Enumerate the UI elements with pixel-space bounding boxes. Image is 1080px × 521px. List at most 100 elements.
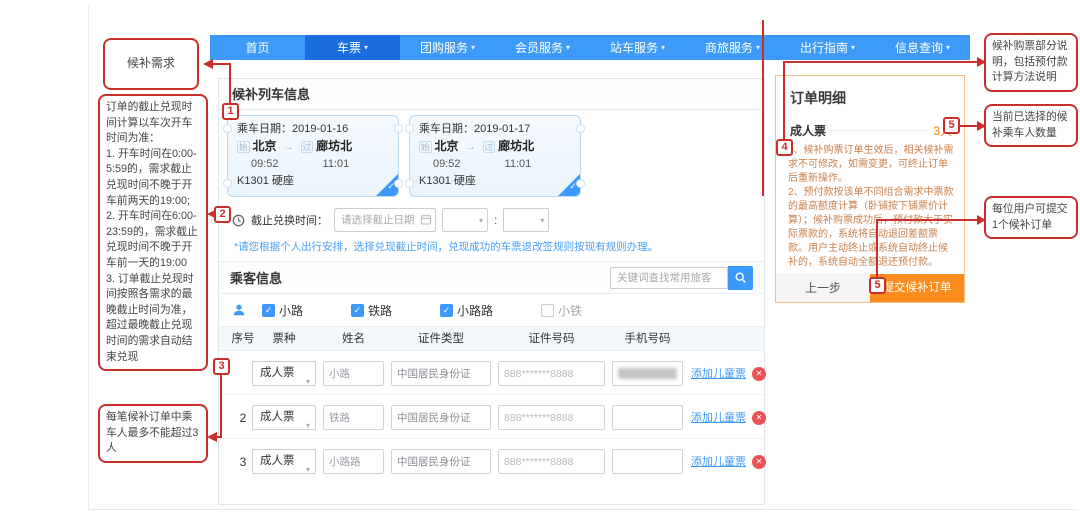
add-child-ticket-link[interactable]: 添加儿童票 (691, 441, 746, 483)
order-detail-title: 订单明细 (776, 76, 964, 108)
chevron-down-icon: ▾ (364, 43, 368, 52)
train-info-header: 候补列车信息 (219, 79, 764, 110)
cert-type-input[interactable] (391, 361, 491, 386)
col-header-cert-no: 证件号码 (498, 327, 605, 351)
nav-item-travel-guide[interactable]: 出行指南▾ (780, 35, 875, 60)
annotation-badge-2: 2 (214, 206, 231, 223)
order-item-row: 成人票 3人 (790, 122, 952, 139)
phone-input[interactable] (612, 449, 683, 474)
checkbox-label: 小路 (279, 302, 303, 319)
phone-input[interactable] (612, 361, 683, 386)
add-child-ticket-link[interactable]: 添加儿童票 (691, 353, 746, 395)
chevron-down-icon: ▾ (471, 43, 475, 52)
add-child-ticket-link[interactable]: 添加儿童票 (691, 397, 746, 439)
chevron-down-icon: ▾ (566, 43, 570, 52)
ticket-notch (576, 124, 585, 133)
col-header-phone: 手机号码 (612, 327, 683, 351)
cert-type-input[interactable] (391, 449, 491, 474)
chevron-down-icon: ▾ (306, 370, 310, 393)
annotation-note-waitlist-demand: 候补需求 (103, 38, 199, 90)
annotation-note-selected-count: 当前已选择的候补乘车人数量 (984, 104, 1078, 147)
passenger-row-2: 2 成人票▾ 添加儿童票 ✕ (219, 397, 764, 439)
nav-item-group-services[interactable]: 团购服务▾ (400, 35, 495, 60)
search-button[interactable] (728, 266, 753, 290)
annotation-badge-1: 1 (222, 103, 239, 120)
ticket-notch (405, 124, 414, 133)
name-input[interactable] (323, 361, 384, 386)
passenger-checkbox-1[interactable]: ✓小路 (262, 302, 303, 319)
checkbox-label: 铁路 (368, 302, 392, 319)
name-input[interactable] (323, 449, 384, 474)
saved-passenger-checkboxes: ✓小路 ✓ 铁路 ✓ 小路路 小铁 (232, 297, 630, 323)
origin-tag: 始 (237, 141, 250, 153)
chevron-down-icon: ▾ (851, 43, 855, 52)
ticket-type-select[interactable]: 成人票▾ (252, 405, 316, 430)
ride-date: 乘车日期：2019-01-17 (419, 121, 571, 138)
checkbox-checked-icon: ✓ (351, 304, 364, 317)
delete-passenger-icon[interactable]: ✕ (752, 367, 766, 381)
checkbox-label: 小路路 (457, 302, 493, 319)
chevron-down-icon: ▾ (540, 216, 544, 225)
page-bottom-border (88, 509, 1078, 510)
name-input[interactable] (323, 405, 384, 430)
checkbox-checked-icon: ✓ (440, 304, 453, 317)
passenger-checkbox-2[interactable]: ✓ 铁路 (351, 302, 392, 319)
annotation-note-max-passengers: 每笔候补订单中乘车人最多不能超过3人 (98, 404, 208, 463)
ticket-type-select[interactable]: 成人票▾ (252, 361, 316, 386)
nav-label: 商旅服务 (705, 39, 753, 56)
col-header-ticket-type: 票种 (252, 327, 316, 351)
deadline-hour-select[interactable]: ▾ (442, 208, 488, 232)
cert-number-input[interactable] (498, 361, 605, 386)
order-notes: 1、候补购票订单生效后，相关候补需求不可修改，如需变更，可终止订单后重新操作。 … (788, 144, 956, 270)
nav-label: 首页 (245, 39, 269, 56)
cert-number-input[interactable] (498, 405, 605, 430)
ticket-type-select[interactable]: 成人票▾ (252, 449, 316, 474)
pass-tag: 过 (483, 141, 496, 153)
top-navigation: 首页 车票▾ 团购服务▾ 会员服务▾ 站车服务▾ 商旅服务▾ 出行指南▾ 信息查… (210, 35, 970, 60)
ride-date: 乘车日期：2019-01-16 (237, 121, 389, 138)
cert-number-input[interactable] (498, 449, 605, 474)
nav-item-member-services[interactable]: 会员服务▾ (495, 35, 590, 60)
chevron-down-icon: ▾ (479, 216, 483, 225)
back-button[interactable]: 上一步 (776, 274, 870, 302)
nav-item-business-travel[interactable]: 商旅服务▾ (685, 35, 780, 60)
nav-item-tickets[interactable]: 车票▾ (305, 35, 400, 60)
ticket-notch (223, 179, 232, 188)
nav-label: 站车服务 (610, 39, 658, 56)
train-card-1[interactable]: 乘车日期：2019-01-16 始北京 → 过廊坊北 09:5211:01 K1… (227, 115, 399, 197)
train-seat: K1301 硬座 (419, 173, 571, 190)
times: 09:5211:01 (237, 156, 389, 173)
deadline-minute-select[interactable]: ▾ (503, 208, 549, 232)
checkbox-label: 小铁 (558, 302, 582, 319)
cert-type-input[interactable] (391, 405, 491, 430)
passenger-icon (232, 303, 246, 317)
delete-passenger-icon[interactable]: ✕ (752, 455, 766, 469)
page-left-border (88, 6, 89, 509)
arrow-right-icon: → (284, 142, 294, 153)
passenger-row-3: 3 成人票▾ 添加儿童票 ✕ (219, 441, 764, 483)
passenger-table-header: 序号 票种 姓名 证件类型 证件号码 手机号码 (219, 326, 764, 351)
passenger-info-header: 乘客信息 (219, 261, 764, 294)
annotation-badge-5-count: 5 (943, 117, 960, 134)
nav-label: 出行指南 (800, 39, 848, 56)
origin-tag: 始 (419, 141, 432, 153)
checkbox-unchecked-icon (541, 304, 554, 317)
passenger-checkbox-4[interactable]: 小铁 (541, 302, 582, 319)
colon-separator: : (494, 213, 497, 227)
annotation-note-prepay-explanation: 候补购票部分说明，包括预付款计算方法说明 (984, 33, 1078, 92)
chevron-down-icon: ▾ (306, 414, 310, 437)
passenger-checkbox-3[interactable]: ✓ 小路路 (440, 302, 493, 319)
annotation-note-one-order-per-user: 每位用户可提交1个候补订单 (984, 196, 1078, 239)
arrow-right-icon: → (466, 142, 476, 153)
nav-label: 车票 (337, 39, 361, 56)
phone-input[interactable] (612, 405, 683, 430)
passenger-search-input[interactable] (610, 267, 728, 289)
col-header-cert-type: 证件类型 (391, 327, 491, 351)
delete-passenger-icon[interactable]: ✕ (752, 411, 766, 425)
passenger-row-1: 成人票▾ 添加儿童票 ✕ (219, 353, 764, 395)
nav-item-station-services[interactable]: 站车服务▾ (590, 35, 685, 60)
deadline-label: 截止兑换时间： (251, 212, 328, 228)
nav-item-home[interactable]: 首页 (210, 35, 305, 60)
train-card-2[interactable]: 乘车日期：2019-01-17 始北京 → 过廊坊北 09:5211:01 K1… (409, 115, 581, 197)
nav-item-info-query[interactable]: 信息查询▾ (875, 35, 970, 60)
